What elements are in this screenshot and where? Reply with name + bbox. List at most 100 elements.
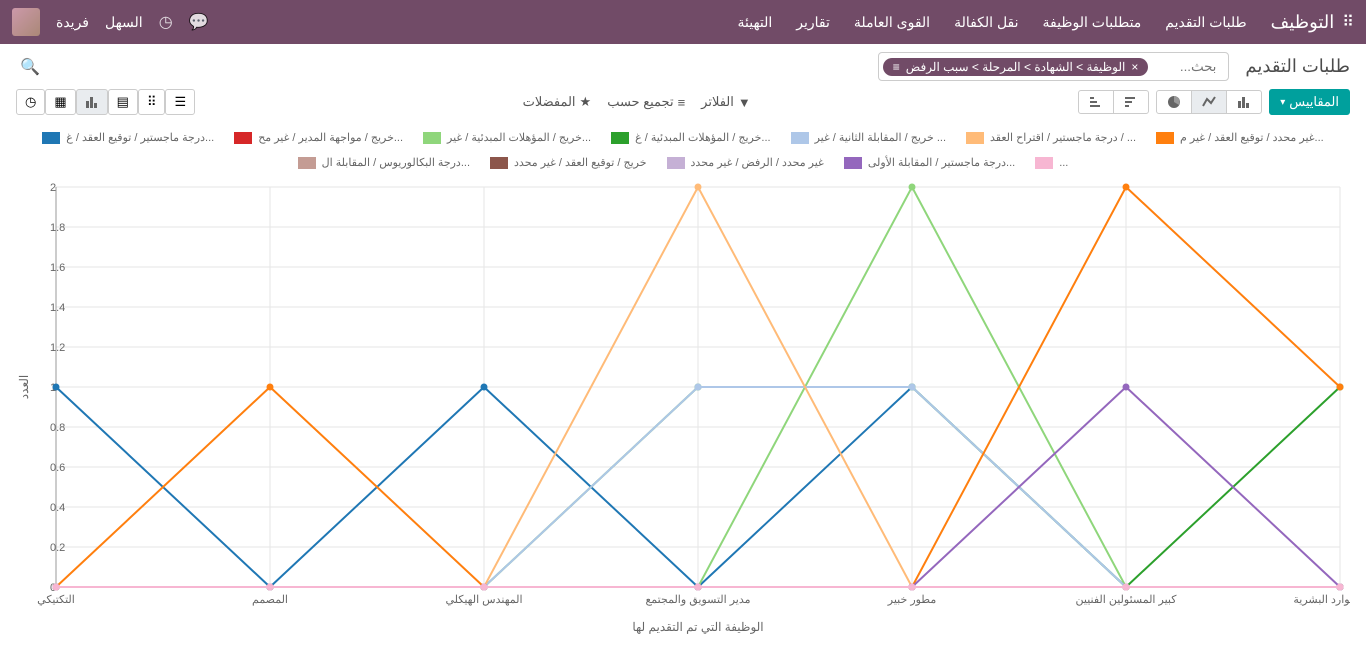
legend-swatch [234,132,252,144]
bar-chart-button[interactable] [1226,90,1262,114]
page-title: طلبات التقديم [1245,56,1350,77]
avatar[interactable] [12,8,40,36]
svg-text:المهندس الهيكلي: المهندس الهيكلي [445,594,522,606]
chart-legend: درجة ماجستير / توقيع العقد / غ... خريج / … [16,123,1350,177]
favorites-dropdown[interactable]: ★ المفضلات [523,94,592,110]
groupby-label: تجميع حسب [607,94,673,110]
graph-view-button[interactable] [76,89,108,115]
facet-text: الوظيفة > الشهادة > المرحلة > سبب الرفض [906,60,1126,74]
legend-label: درجة ماجستير / توقيع العقد / غ... [66,131,214,144]
legend-label: خريج / المؤهلات المبدئية / غ... [635,131,770,144]
svg-text:1.4: 1.4 [50,302,65,314]
legend-label: غير محدد / الرفض / غير محدد [691,156,824,169]
legend-swatch [791,132,809,144]
legend-swatch [966,132,984,144]
legend-item[interactable]: خريج / مواجهة المدير / غير مح... [234,131,403,144]
svg-text:0.4: 0.4 [50,502,65,514]
legend-label: درجة ماجستير / المقابلة الأولى... [868,156,1015,169]
clock-icon[interactable]: ◷ [159,12,173,32]
legend-item[interactable]: ... [1035,156,1068,169]
menu-job-reqs[interactable]: متطلبات الوظيفة [1043,14,1142,31]
pivot-view-button[interactable]: ▤ [108,89,138,115]
measures-button[interactable]: المقاييس [1269,89,1350,115]
easy-label[interactable]: السهل [105,14,143,31]
svg-text:1.8: 1.8 [50,222,65,234]
legend-item[interactable]: غير محدد / توقيع العقد / غير م... [1156,131,1324,144]
svg-text:مدير الموارد البشرية: مدير الموارد البشرية [1293,594,1350,606]
svg-text:0.2: 0.2 [50,542,65,554]
facet-groupby-icon: ≡ [893,60,900,74]
svg-text:1.6: 1.6 [50,262,65,274]
legend-swatch [42,132,60,144]
search-input[interactable] [1154,55,1224,78]
user-name[interactable]: فريدة [56,14,89,31]
facet-remove-icon[interactable]: × [1131,60,1138,74]
legend-item[interactable]: درجة ماجستير / المقابلة الأولى... [844,156,1015,169]
groupby-icon: ≡ [678,95,686,110]
legend-label: خريج / توقيع العقد / غير محدد [514,156,647,169]
sort-group [1078,90,1148,114]
topbar: ⠿ التوظيف طلبات التقديم متطلبات الوظيفة … [0,0,1366,44]
menu-applications[interactable]: طلبات التقديم [1165,14,1246,31]
legend-item[interactable]: درجة البكالوريوس / المقابلة ال... [298,156,470,169]
menu-config[interactable]: التهيئة [737,14,772,31]
star-icon: ★ [580,94,592,110]
legend-item[interactable]: خريج / توقيع العقد / غير محدد [490,156,647,169]
view-switcher: ◷ ▦ ▤ ⠿ ☰ [16,89,195,115]
menu-sponsorship[interactable]: نقل الكفالة [954,14,1018,31]
search-facets[interactable]: ≡ الوظيفة > الشهادة > المرحلة > سبب الرف… [878,52,1230,81]
chat-icon[interactable]: 💬 [189,12,209,32]
groupby-dropdown[interactable]: ≡ تجميع حسب [607,94,685,110]
pie-chart-button[interactable] [1156,90,1192,114]
filters-bar: ▼ الفلاتر ≡ تجميع حسب ★ المفضلات [523,94,751,110]
legend-item[interactable]: غير محدد / الرفض / غير محدد [667,156,824,169]
search-facet[interactable]: ≡ الوظيفة > الشهادة > المرحلة > سبب الرف… [883,58,1149,76]
chart-type-group [1156,90,1261,114]
apps-icon[interactable]: ⠿ [1342,12,1354,32]
legend-item[interactable]: درجة ماجستير / توقيع العقد / غ... [42,131,214,144]
svg-text:0.6: 0.6 [50,462,65,474]
list-view-button[interactable]: ☰ [165,89,195,115]
main-menu: طلبات التقديم متطلبات الوظيفة نقل الكفال… [209,14,1247,31]
legend-label: خريج / مواجهة المدير / غير مح... [258,131,403,144]
sort-asc-button[interactable] [1078,90,1114,114]
legend-swatch [298,157,316,169]
legend-swatch [844,157,862,169]
favorites-label: المفضلات [523,94,576,110]
filters-dropdown[interactable]: ▼ الفلاتر [701,94,751,110]
menu-reports[interactable]: تقارير [796,14,830,31]
svg-text:الوظيفة التي تم التقديم لها: الوظيفة التي تم التقديم لها [632,620,763,634]
filter-icon: ▼ [738,95,751,110]
legend-item[interactable]: خريج / المقابلة الثانية / غير ... [791,131,946,144]
legend-swatch [490,157,508,169]
svg-text:التكتيكي: التكتيكي [37,594,75,606]
line-chart: 00.20.40.60.811.21.41.61.82التكتيكيالمصم… [16,177,1350,637]
control-panel: طلبات التقديم 🔍 ≡ الوظيفة > الشهادة > ال… [0,44,1366,123]
search-icon[interactable]: 🔍 [16,53,44,81]
svg-text:1.2: 1.2 [50,342,65,354]
filters-label: الفلاتر [701,94,734,110]
menu-workforce[interactable]: القوى العاملة [854,14,930,31]
legend-label: درجة ماجستير / اقتراح العقد / ... [990,131,1136,144]
brand[interactable]: التوظيف [1271,12,1335,33]
svg-text:العدد: العدد [17,375,31,399]
svg-text:مطور خبير: مطور خبير [887,594,937,606]
legend-swatch [611,132,629,144]
line-chart-button[interactable] [1191,90,1227,114]
svg-text:2: 2 [50,182,56,194]
legend-label: درجة البكالوريوس / المقابلة ال... [322,156,470,169]
legend-item[interactable]: خريج / المؤهلات المبدئية / غير... [423,131,591,144]
legend-swatch [423,132,441,144]
legend-swatch [667,157,685,169]
legend-item[interactable]: خريج / المؤهلات المبدئية / غ... [611,131,770,144]
kanban-view-button[interactable]: ⠿ [138,89,166,115]
legend-label: خريج / المؤهلات المبدئية / غير... [447,131,591,144]
svg-text:المصمم: المصمم [252,594,288,606]
legend-item[interactable]: درجة ماجستير / اقتراح العقد / ... [966,131,1136,144]
svg-text:0.8: 0.8 [50,422,65,434]
sort-desc-button[interactable] [1113,90,1149,114]
legend-swatch [1035,157,1053,169]
activity-view-button[interactable]: ◷ [16,89,45,115]
calendar-view-button[interactable]: ▦ [45,89,75,115]
svg-text:مدير التسويق والمجتمع: مدير التسويق والمجتمع [645,594,750,606]
